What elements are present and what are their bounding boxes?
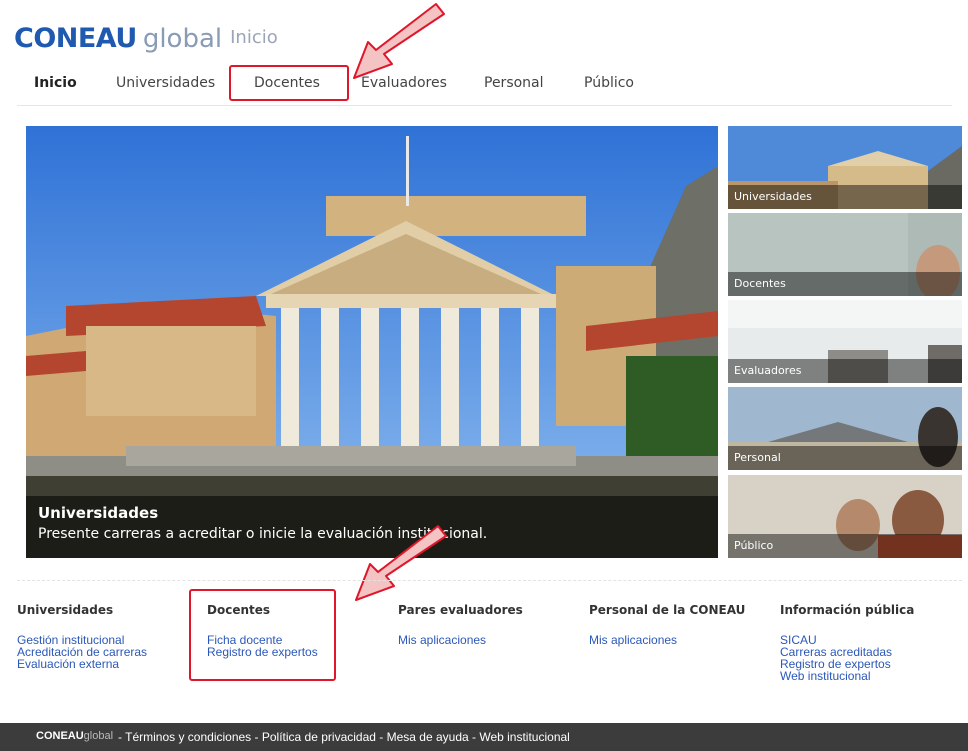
link-mis-aplicaciones[interactable]: Mis aplicaciones (398, 634, 523, 646)
thumb-personal[interactable]: Personal (728, 387, 962, 470)
link-evaluacion-externa[interactable]: Evaluación externa (17, 658, 147, 670)
highlight-box-docentes-column (189, 589, 336, 681)
header: CONEAU global Inicio (0, 0, 968, 64)
nav-item-universidades[interactable]: Universidades (116, 75, 215, 91)
footer-logo-suffix: global (83, 730, 114, 742)
divider (17, 580, 962, 581)
links-column-informacion-publica: Información pública SICAU Carreras acred… (780, 603, 914, 682)
column-title: Pares evaluadores (398, 603, 523, 617)
footer-link-terminos[interactable]: Términos y condiciones (125, 730, 251, 744)
footer-logo-brand: CONEAU (36, 730, 84, 742)
hero-building-image (26, 126, 718, 558)
links-column-pares-evaluadores: Pares evaluadores Mis aplicaciones (398, 603, 523, 646)
link-mis-aplicaciones[interactable]: Mis aplicaciones (589, 634, 745, 646)
annotation-arrow-icon (355, 525, 447, 601)
links-column-universidades: Universidades Gestión institucional Acre… (17, 603, 147, 670)
footer-logo[interactable]: CONEAUglobal (36, 730, 113, 742)
thumb-docentes[interactable]: Docentes (728, 213, 962, 296)
thumb-evaluadores-label: Evaluadores (728, 359, 962, 383)
logo-brand: CONEAU (14, 23, 137, 54)
footer-separator: - (468, 730, 480, 744)
footer-separator: - (375, 730, 387, 744)
thumb-universidades[interactable]: Universidades (728, 126, 962, 209)
footer-link-privacidad[interactable]: Política de privacidad (262, 730, 376, 744)
footer-link-mesa-ayuda[interactable]: Mesa de ayuda (387, 730, 469, 744)
footer-links: - Términos y condiciones - Política de p… (118, 730, 570, 744)
column-title: Universidades (17, 603, 114, 617)
logo-suffix: global (142, 24, 223, 54)
column-title: Personal de la CONEAU (589, 603, 746, 617)
thumb-publico[interactable]: Público (728, 475, 962, 558)
footer-separator: - (251, 730, 262, 744)
footer: CONEAUglobal - Términos y condiciones - … (0, 723, 968, 751)
link-web-institucional[interactable]: Web institucional (780, 670, 914, 682)
footer-link-web-institucional[interactable]: Web institucional (479, 730, 570, 744)
thumb-evaluadores[interactable]: Evaluadores (728, 300, 962, 383)
hero-title: Universidades (38, 504, 159, 522)
page-title: Inicio (230, 27, 278, 48)
site-logo[interactable]: CONEAU global Inicio (14, 14, 278, 55)
nav-item-inicio[interactable]: Inicio (34, 75, 77, 91)
thumb-universidades-label: Universidades (728, 185, 962, 209)
nav-item-publico[interactable]: Público (584, 75, 634, 91)
nav-item-personal[interactable]: Personal (484, 75, 544, 91)
thumb-personal-label: Personal (728, 446, 962, 470)
column-title: Información pública (780, 603, 915, 617)
highlight-box-nav-docentes (229, 65, 349, 101)
thumb-publico-label: Público (728, 534, 962, 558)
annotation-arrow-icon (353, 3, 445, 79)
links-column-personal: Personal de la CONEAU Mis aplicaciones (589, 603, 745, 646)
thumb-docentes-label: Docentes (728, 272, 962, 296)
main-nav: Inicio Universidades Docentes Evaluadore… (17, 69, 952, 106)
hero-banner[interactable]: Universidades Presente carreras a acredi… (26, 126, 718, 558)
